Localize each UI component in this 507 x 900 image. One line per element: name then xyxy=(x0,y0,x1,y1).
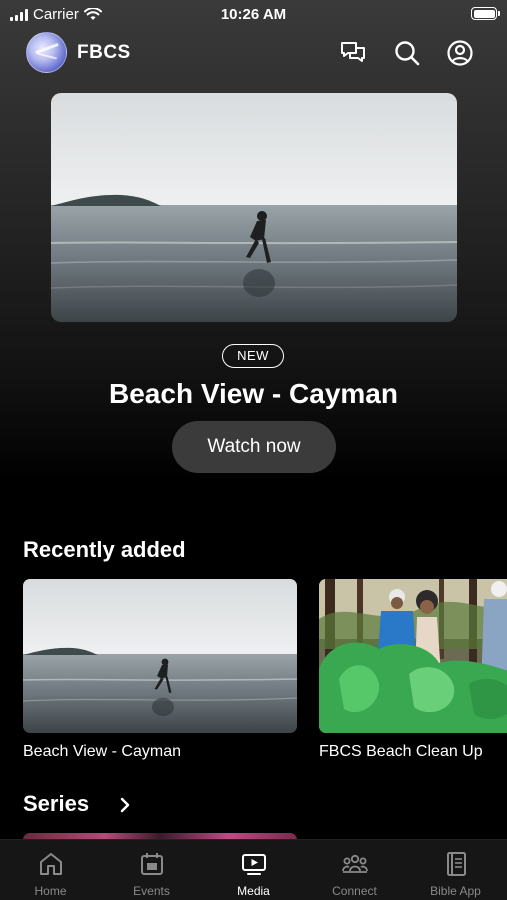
featured-title: Beach View - Cayman xyxy=(109,378,398,409)
media-card-title[interactable]: Beach View - Cayman xyxy=(23,743,181,761)
media-card-thumbnail[interactable] xyxy=(23,579,297,733)
status-bar: Carrier 10:26 AM xyxy=(0,0,507,30)
tab-media[interactable]: Media xyxy=(203,840,304,900)
church-logo[interactable] xyxy=(26,32,67,73)
tab-home[interactable]: Home xyxy=(0,840,101,900)
chevron-right-icon[interactable] xyxy=(118,796,132,814)
search-icon[interactable] xyxy=(392,38,422,68)
series-heading[interactable]: Series xyxy=(23,791,89,817)
account-icon[interactable] xyxy=(445,38,475,68)
home-icon xyxy=(39,853,62,875)
status-time: 10:26 AM xyxy=(220,6,287,23)
tv-play-icon xyxy=(241,854,266,875)
tab-connect[interactable]: Connect xyxy=(304,840,405,900)
people-icon xyxy=(341,854,368,873)
battery-icon xyxy=(471,7,500,20)
media-card-title[interactable]: FBCS Beach Clean Up xyxy=(319,743,483,761)
tab-label: Bible App xyxy=(430,884,481,898)
tab-bar: Home Events Media Connect Bible App xyxy=(0,839,507,900)
featured-media-thumbnail[interactable] xyxy=(51,93,457,322)
calendar-icon xyxy=(140,853,163,875)
app-name: FBCS xyxy=(77,42,131,63)
tab-label: Media xyxy=(237,884,270,898)
tab-label: Home xyxy=(34,884,67,898)
tab-events[interactable]: Events xyxy=(101,840,202,900)
new-badge: NEW xyxy=(222,344,284,368)
watch-now-button[interactable]: Watch now xyxy=(172,421,336,473)
tab-label: Connect xyxy=(332,884,377,898)
tab-label: Events xyxy=(133,884,170,898)
tab-bible-app[interactable]: Bible App xyxy=(405,840,506,900)
media-screen: Carrier 10:26 AM FBCS NEW Beach View - C… xyxy=(0,0,507,900)
messages-icon[interactable] xyxy=(338,38,368,68)
media-card-thumbnail[interactable] xyxy=(319,579,507,733)
recently-added-heading: Recently added xyxy=(23,537,186,562)
bible-icon xyxy=(446,852,466,876)
app-header: FBCS xyxy=(0,30,507,76)
